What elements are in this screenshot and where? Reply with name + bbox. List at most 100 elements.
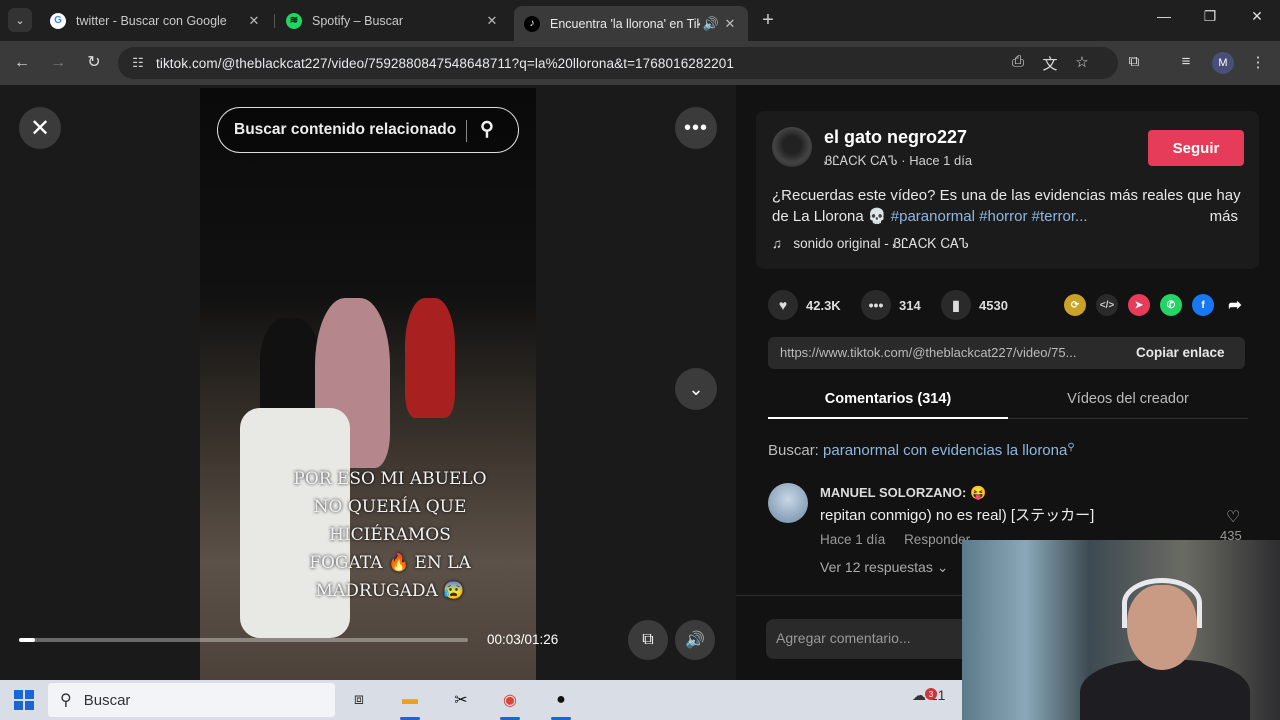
send-icon[interactable]: ➤	[1128, 294, 1150, 316]
action-bar: ♥ 42.3K ••• 314 ▮ 4530 ⟳ </> ➤ ✆ f ➦	[768, 290, 1248, 320]
sound-row[interactable]: ♫ sonido original - ᏰᏝᎪᏟᏦ ᏟᎪᏖ	[772, 236, 969, 252]
comment-button[interactable]: ••• 314	[861, 290, 921, 320]
volume-button[interactable]: 🔊	[675, 620, 715, 660]
reply-button[interactable]: Responder	[904, 532, 970, 547]
comment-bubble-icon: •••	[861, 290, 891, 320]
active-tab-indicator	[768, 417, 1008, 419]
obs-icon[interactable]: ●	[548, 688, 574, 712]
sound-name[interactable]: sonido original - ᏰᏝᎪᏟᏦ ᏟᎪᏖ	[793, 236, 969, 251]
taskbar-search[interactable]: ⚲ Buscar	[48, 683, 335, 717]
tiktok-icon: ♪	[524, 15, 540, 32]
search-icon[interactable]: ⚲	[480, 118, 494, 141]
video-description: ¿Recuerdas este vídeo? Es una de las evi…	[772, 185, 1252, 227]
picture-in-picture-button[interactable]: ⧉	[628, 620, 668, 660]
reload-icon[interactable]: ↻	[84, 53, 104, 73]
tab-divider	[274, 14, 275, 28]
close-window-icon[interactable]: ✕	[1245, 8, 1269, 25]
view-replies[interactable]: Ver 12 respuestas ⌄	[820, 559, 948, 576]
music-note-icon: ♫	[772, 236, 783, 251]
creator-username[interactable]: ᏰᏝᎪᏟᏦ ᏟᎪᏖ	[824, 153, 898, 168]
more-options-button[interactable]: •••	[675, 107, 717, 149]
related-search-input[interactable]: Buscar contenido relacionado ⚲	[217, 107, 519, 153]
search-suggestion-query[interactable]: paranormal con evidencias la llorona	[823, 442, 1067, 459]
video-person	[405, 298, 455, 418]
like-button[interactable]: ♥ 42.3K	[768, 290, 841, 320]
caption-line: FOGATA 🔥 EN LA MADRUGADA 😰	[309, 553, 471, 601]
tab-title: Spotify – Buscar	[312, 13, 404, 28]
related-search-placeholder: Buscar contenido relacionado	[234, 121, 457, 138]
new-tab-button[interactable]: +	[758, 9, 778, 31]
embed-code-icon[interactable]: </>	[1096, 294, 1118, 316]
tab-search-menu-icon[interactable]: ⌄	[8, 8, 32, 32]
hashtags[interactable]: #paranormal #horror #terror...	[891, 208, 1088, 225]
tab-tiktok[interactable]: ♪ Encuentra 'la llorona' en Tik 🔊 ✕	[514, 6, 748, 41]
view-replies-label[interactable]: Ver 12 respuestas	[820, 559, 933, 575]
media-controls-icon[interactable]: ≡	[1176, 53, 1196, 70]
separator-dot: ·	[901, 153, 910, 168]
video-link[interactable]: https://www.tiktok.com/@theblackcat227/v…	[780, 345, 1120, 360]
close-tab-icon[interactable]: ✕	[722, 16, 738, 32]
chevron-down-icon: ⌄	[936, 559, 949, 575]
creator-avatar[interactable]	[772, 127, 812, 167]
creator-name[interactable]: el gato negro227	[824, 127, 967, 148]
next-video-button[interactable]: ⌄	[675, 368, 717, 410]
comment-like-icon[interactable]: ♡	[1226, 507, 1240, 527]
url-text[interactable]: tiktok.com/@theblackcat227/video/7592880…	[156, 56, 734, 71]
notification-badge: 3	[925, 688, 937, 700]
creator-subline: ᏰᏝᎪᏟᏦ ᏟᎪᏖ · Hace 1 día	[824, 153, 972, 169]
close-player-button[interactable]: ✕	[19, 107, 61, 149]
copy-link-row: https://www.tiktok.com/@theblackcat227/v…	[768, 337, 1245, 369]
save-button[interactable]: ▮ 4530	[941, 290, 1008, 320]
search-icon: ⚲	[1067, 442, 1075, 453]
comment-author[interactable]: MANUEL SOLORZANO: 😝	[820, 485, 986, 501]
repost-icon[interactable]: ⟳	[1064, 294, 1086, 316]
commenter-avatar[interactable]	[768, 483, 808, 523]
panel-tabs: Comentarios (314) Vídeos del creador	[768, 381, 1248, 419]
comment-meta: Hace 1 día Responder	[820, 532, 970, 547]
progress-bar[interactable]	[19, 638, 468, 642]
comment-time: Hace 1 día	[820, 532, 886, 547]
translate-icon[interactable]: ⽂	[1040, 53, 1060, 74]
like-count: 42.3K	[806, 297, 841, 313]
tab-creator-videos[interactable]: Vídeos del creador	[1008, 391, 1248, 407]
search-suggestion[interactable]: Buscar: paranormal con evidencias la llo…	[768, 442, 1075, 459]
webcam-overlay	[962, 540, 1280, 720]
whatsapp-icon[interactable]: ✆	[1160, 294, 1182, 316]
search-icon: ⚲	[60, 692, 72, 709]
tab-spotify[interactable]: ≋ Spotify – Buscar ✕	[276, 6, 510, 35]
facebook-icon[interactable]: f	[1192, 294, 1214, 316]
search-suggestion-prefix: Buscar:	[768, 442, 819, 459]
task-view-icon[interactable]: ⧈	[346, 688, 372, 712]
close-tab-icon[interactable]: ✕	[484, 13, 500, 29]
share-arrow-icon[interactable]: ➦	[1224, 294, 1246, 316]
playback-time: 00:03/01:26	[487, 632, 559, 647]
extensions-icon[interactable]: ⧉	[1124, 53, 1144, 70]
speaker-icon[interactable]: 🔊	[700, 16, 722, 32]
close-tab-icon[interactable]: ✕	[246, 13, 262, 29]
bookmark-star-icon[interactable]: ☆	[1072, 53, 1092, 71]
minimize-icon[interactable]: —	[1152, 8, 1176, 24]
address-bar[interactable]: ☷ tiktok.com/@theblackcat227/video/75928…	[118, 47, 1118, 79]
restore-icon[interactable]: ❐	[1198, 8, 1222, 25]
menu-kebab-icon[interactable]: ⋮	[1248, 53, 1268, 71]
tab-google[interactable]: G twitter - Buscar con Google ✕	[40, 6, 272, 35]
file-explorer-icon[interactable]: ▬	[397, 688, 423, 712]
copy-link-button[interactable]: Copiar enlace	[1136, 345, 1225, 360]
follow-button[interactable]: Seguir	[1148, 130, 1244, 166]
taskbar-search-label: Buscar	[83, 691, 131, 709]
caption-line: POR ESO MI ABUELO	[293, 469, 487, 489]
search-divider	[466, 120, 467, 142]
profile-avatar[interactable]: M	[1212, 52, 1234, 74]
chrome-icon[interactable]: ◉	[497, 688, 523, 712]
more-link[interactable]: más	[1210, 206, 1238, 227]
caption-line: NO QUERÍA QUE HICIÉRAMOS	[313, 497, 467, 545]
tab-comments[interactable]: Comentarios (314)	[768, 391, 1008, 407]
back-icon[interactable]: ←	[12, 53, 32, 73]
video-caption: POR ESO MI ABUELO NO QUERÍA QUE HICIÉRAM…	[270, 465, 510, 605]
windows-start-icon[interactable]	[14, 690, 34, 710]
video-player: POR ESO MI ABUELO NO QUERÍA QUE HICIÉRAM…	[0, 85, 736, 680]
site-settings-icon[interactable]: ☷	[126, 55, 150, 71]
capcut-icon[interactable]: ✂	[448, 688, 474, 712]
install-app-icon[interactable]: ⎙	[1008, 53, 1028, 70]
forward-icon[interactable]: →	[48, 53, 68, 73]
